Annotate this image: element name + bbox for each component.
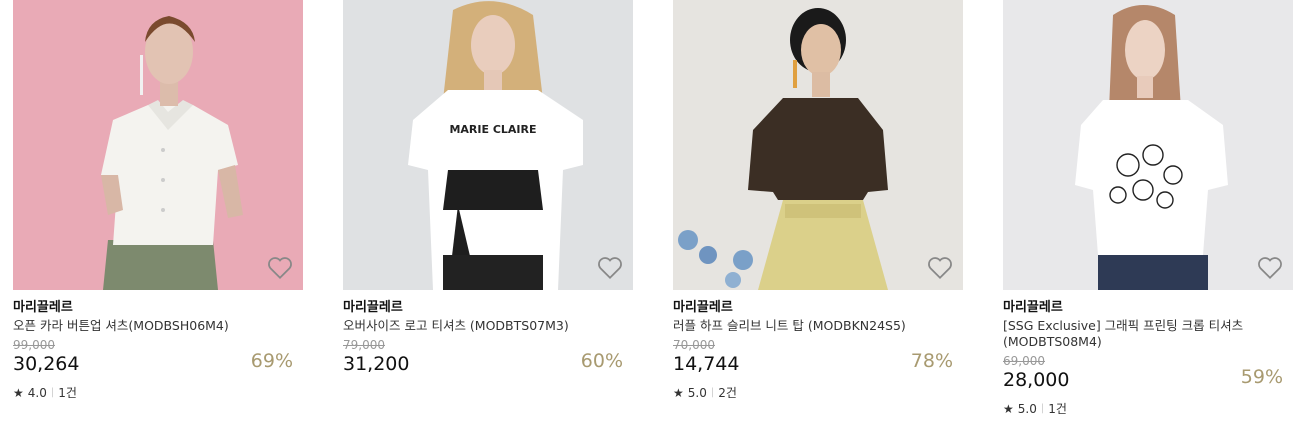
- discount-rate: 59%: [1240, 366, 1283, 388]
- product-image[interactable]: [13, 0, 303, 290]
- review-count: 2건: [718, 386, 737, 400]
- sale-price: 28,000: [1003, 369, 1070, 391]
- product-photo: [13, 0, 303, 290]
- print-text: MARIE CLAIRE: [449, 123, 536, 136]
- review-count: 1건: [1048, 402, 1067, 416]
- discount-rate: 60%: [580, 350, 623, 372]
- product-image[interactable]: MARIE CLAIRE: [343, 0, 633, 290]
- wishlist-heart-icon[interactable]: [927, 256, 953, 280]
- review-count: 1건: [58, 386, 77, 400]
- wishlist-heart-icon[interactable]: [267, 256, 293, 280]
- rating-score: 4.0: [27, 385, 47, 400]
- product-image[interactable]: [673, 0, 963, 290]
- star-icon: ★: [1003, 401, 1014, 416]
- sale-price: 30,264: [13, 353, 80, 375]
- product-card[interactable]: 마리끌레르 오픈 카라 버튼업 셔츠(MODBSH06M4) 99,000 30…: [13, 0, 303, 401]
- brand-name[interactable]: 마리끌레르: [1003, 300, 1293, 316]
- divider: |: [710, 387, 715, 398]
- product-card[interactable]: MARIE CLAIRE 마리끌레르 오버사이즈 로고 티셔츠 (MODBTS0…: [343, 0, 633, 378]
- product-name[interactable]: [SSG Exclusive] 그래픽 프린팅 크롭 티셔츠 (MODBTS08…: [1003, 318, 1293, 350]
- rating-score: 5.0: [1017, 401, 1037, 416]
- product-name[interactable]: 오버사이즈 로고 티셔츠 (MODBTS07M3): [343, 318, 633, 334]
- wishlist-heart-icon[interactable]: [1257, 256, 1283, 280]
- product-photo: MARIE CLAIRE: [343, 0, 633, 290]
- star-icon: ★: [13, 385, 24, 400]
- brand-name[interactable]: 마리끌레르: [13, 300, 303, 316]
- rating-summary: ★ 4.0 | 1건: [13, 384, 303, 401]
- wishlist-heart-icon[interactable]: [597, 256, 623, 280]
- sale-price: 14,744: [673, 353, 740, 375]
- product-card[interactable]: 마리끌레르 러플 하프 슬리브 니트 탑 (MODBKN24S5) 70,000…: [673, 0, 963, 401]
- product-card[interactable]: 마리끌레르 [SSG Exclusive] 그래픽 프린팅 크롭 티셔츠 (MO…: [1003, 0, 1293, 417]
- discount-rate: 69%: [250, 350, 293, 372]
- rating-summary: ★ 5.0 | 2건: [673, 384, 963, 401]
- discount-rate: 78%: [910, 350, 953, 372]
- product-image[interactable]: [1003, 0, 1293, 290]
- brand-name[interactable]: 마리끌레르: [673, 300, 963, 316]
- product-photo: [673, 0, 963, 290]
- divider: |: [1040, 403, 1045, 414]
- divider: |: [50, 387, 55, 398]
- brand-name[interactable]: 마리끌레르: [343, 300, 633, 316]
- product-name[interactable]: 러플 하프 슬리브 니트 탑 (MODBKN24S5): [673, 318, 963, 334]
- product-name[interactable]: 오픈 카라 버튼업 셔츠(MODBSH06M4): [13, 318, 303, 334]
- star-icon: ★: [673, 385, 684, 400]
- rating-score: 5.0: [687, 385, 707, 400]
- rating-summary: ★ 5.0 | 1건: [1003, 400, 1293, 417]
- sale-price: 31,200: [343, 353, 410, 375]
- product-photo: [1003, 0, 1293, 290]
